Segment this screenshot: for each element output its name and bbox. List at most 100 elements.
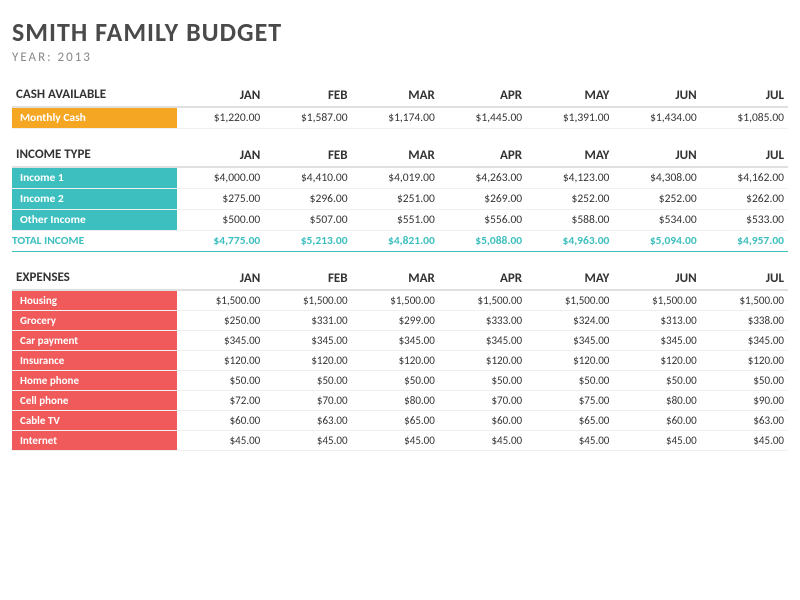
cell-value: $1,587.00 <box>264 107 351 129</box>
cell-value: $299.00 <box>352 311 439 331</box>
row-label: Car payment <box>12 331 177 351</box>
cell-value: $120.00 <box>264 351 351 371</box>
cell-value: $63.00 <box>701 411 788 431</box>
cell-value: $50.00 <box>177 371 264 391</box>
cell-value: $1,500.00 <box>177 290 264 311</box>
cell-value: $120.00 <box>439 351 526 371</box>
cell-value: $1,174.00 <box>352 107 439 129</box>
cell-value: $1,500.00 <box>526 290 613 311</box>
cell-value: $4,263.00 <box>439 167 526 189</box>
total-income-value: $5,094.00 <box>613 231 700 252</box>
cell-value: $275.00 <box>177 189 264 210</box>
cell-value: $551.00 <box>352 210 439 231</box>
total-income-value: $5,213.00 <box>264 231 351 252</box>
expenses-header-row: EXPENSES JAN FEB MAR APR MAY JUN JUL <box>12 262 788 290</box>
cell-value: $333.00 <box>439 311 526 331</box>
cell-value: $90.00 <box>701 391 788 411</box>
cell-value: $345.00 <box>526 331 613 351</box>
total-income-value: $5,088.00 <box>439 231 526 252</box>
cell-value: $507.00 <box>264 210 351 231</box>
col-apr-inc: APR <box>439 139 526 167</box>
cell-value: $45.00 <box>439 431 526 451</box>
col-jul-inc: JUL <box>701 139 788 167</box>
cell-value: $345.00 <box>613 331 700 351</box>
table-row: Internet$45.00$45.00$45.00$45.00$45.00$4… <box>12 431 788 451</box>
cell-value: $50.00 <box>701 371 788 391</box>
cell-value: $345.00 <box>177 331 264 351</box>
total-income-value: $4,775.00 <box>177 231 264 252</box>
total-income-value: $4,821.00 <box>352 231 439 252</box>
col-may-inc: MAY <box>526 139 613 167</box>
cell-value: $50.00 <box>526 371 613 391</box>
total-income-row: TOTAL INCOME$4,775.00$5,213.00$4,821.00$… <box>12 231 788 252</box>
table-row: Insurance$120.00$120.00$120.00$120.00$12… <box>12 351 788 371</box>
total-income-value: $4,963.00 <box>526 231 613 252</box>
cell-value: $1,434.00 <box>613 107 700 129</box>
income-header: INCOME TYPE <box>12 139 177 167</box>
cell-value: $50.00 <box>613 371 700 391</box>
row-label: Income 2 <box>12 189 177 210</box>
row-label: Insurance <box>12 351 177 371</box>
col-mar-inc: MAR <box>352 139 439 167</box>
total-income-label: TOTAL INCOME <box>12 231 177 252</box>
row-label: Cable TV <box>12 411 177 431</box>
table-row: Income 2$275.00$296.00$251.00$269.00$252… <box>12 189 788 210</box>
table-row: Cell phone$72.00$70.00$80.00$70.00$75.00… <box>12 391 788 411</box>
table-row: Grocery$250.00$331.00$299.00$333.00$324.… <box>12 311 788 331</box>
col-jun-ca: JUN <box>613 79 700 107</box>
cell-value: $120.00 <box>352 351 439 371</box>
col-feb-exp: FEB <box>264 262 351 290</box>
table-row: Housing$1,500.00$1,500.00$1,500.00$1,500… <box>12 290 788 311</box>
col-jul-ca: JUL <box>701 79 788 107</box>
cell-value: $533.00 <box>701 210 788 231</box>
cell-value: $534.00 <box>613 210 700 231</box>
cash-available-header: CASH AVAILABLE <box>12 79 177 107</box>
cell-value: $65.00 <box>352 411 439 431</box>
col-feb-inc: FEB <box>264 139 351 167</box>
cell-value: $1,500.00 <box>439 290 526 311</box>
table-row: Monthly Cash$1,220.00$1,587.00$1,174.00$… <box>12 107 788 129</box>
cell-value: $120.00 <box>613 351 700 371</box>
cell-value: $250.00 <box>177 311 264 331</box>
cell-value: $331.00 <box>264 311 351 331</box>
cell-value: $65.00 <box>526 411 613 431</box>
col-jan-ca: JAN <box>177 79 264 107</box>
cell-value: $4,410.00 <box>264 167 351 189</box>
cell-value: $50.00 <box>264 371 351 391</box>
cell-value: $50.00 <box>352 371 439 391</box>
cell-value: $1,500.00 <box>264 290 351 311</box>
cell-value: $80.00 <box>613 391 700 411</box>
cell-value: $345.00 <box>264 331 351 351</box>
cell-value: $70.00 <box>439 391 526 411</box>
cell-value: $4,162.00 <box>701 167 788 189</box>
row-label: Housing <box>12 290 177 311</box>
cell-value: $120.00 <box>177 351 264 371</box>
cell-value: $75.00 <box>526 391 613 411</box>
cash-available-header-row: CASH AVAILABLE JAN FEB MAR APR MAY JUN J… <box>12 79 788 107</box>
cell-value: $1,085.00 <box>701 107 788 129</box>
cell-value: $4,308.00 <box>613 167 700 189</box>
cell-value: $262.00 <box>701 189 788 210</box>
col-mar-ca: MAR <box>352 79 439 107</box>
cell-value: $120.00 <box>526 351 613 371</box>
row-label: Income 1 <box>12 167 177 189</box>
table-row: Income 1$4,000.00$4,410.00$4,019.00$4,26… <box>12 167 788 189</box>
cell-value: $556.00 <box>439 210 526 231</box>
cell-value: $296.00 <box>264 189 351 210</box>
income-header-row: INCOME TYPE JAN FEB MAR APR MAY JUN JUL <box>12 139 788 167</box>
page-title: SMITH FAMILY BUDGET <box>12 16 788 48</box>
table-row: Car payment$345.00$345.00$345.00$345.00$… <box>12 331 788 351</box>
cell-value: $500.00 <box>177 210 264 231</box>
cell-value: $63.00 <box>264 411 351 431</box>
cell-value: $1,391.00 <box>526 107 613 129</box>
cell-value: $4,123.00 <box>526 167 613 189</box>
cell-value: $80.00 <box>352 391 439 411</box>
table-row: Home phone$50.00$50.00$50.00$50.00$50.00… <box>12 371 788 391</box>
cell-value: $1,500.00 <box>352 290 439 311</box>
cell-value: $50.00 <box>439 371 526 391</box>
col-mar-exp: MAR <box>352 262 439 290</box>
cell-value: $60.00 <box>177 411 264 431</box>
row-label: Home phone <box>12 371 177 391</box>
cell-value: $269.00 <box>439 189 526 210</box>
cell-value: $251.00 <box>352 189 439 210</box>
